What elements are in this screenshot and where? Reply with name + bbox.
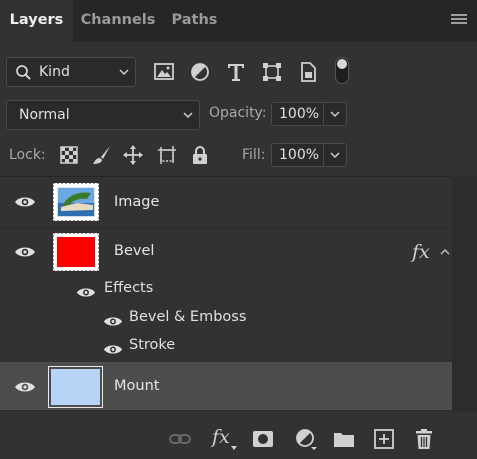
lock-position-icon[interactable] [122,144,144,166]
eye-icon[interactable] [103,343,123,356]
mount-layer-thumbnail [48,366,103,408]
eye-icon[interactable] [14,195,36,209]
filter-kind-label: Kind [39,64,70,80]
filter-kind-dropdown[interactable]: Kind [6,57,136,87]
lock-all-icon[interactable] [189,144,211,166]
lock-artboard-icon[interactable] [156,144,178,166]
eye-icon[interactable] [14,380,36,394]
effect-item-bevel-emboss[interactable]: Bevel & Emboss [129,309,246,325]
layer-name-bevel[interactable]: Bevel [114,243,154,259]
lock-transparent-icon[interactable] [58,144,80,166]
tab-layers[interactable]: Layers [0,0,73,42]
effects-label[interactable]: Effects [104,280,153,296]
chevron-down-icon [119,69,129,76]
layer-row-mount[interactable]: Mount [0,362,452,411]
fill-label: Fill: [242,147,266,163]
chevron-down-icon [330,111,340,118]
panel-tab-bar: Layers Channels Paths [0,0,477,42]
blend-mode-value: Normal [19,107,70,123]
chevron-up-icon[interactable] [440,248,450,255]
chevron-down-icon [183,112,193,119]
layer-name-image[interactable]: Image [114,194,159,210]
opacity-field[interactable]: 100% [271,102,347,126]
bevel-layer-thumbnail [53,233,99,271]
fill-field[interactable]: 100% [271,143,347,167]
type-filter-icon[interactable] [225,61,247,83]
lock-label: Lock: [9,147,46,163]
link-layers-icon[interactable] [168,428,192,450]
fill-slider-toggle[interactable] [323,144,346,166]
search-icon [16,65,31,80]
image-filter-icon[interactable] [153,61,175,83]
layer-row-image[interactable]: Image [0,177,452,228]
panel-menu-icon[interactable] [451,14,467,26]
lock-pixels-icon[interactable] [91,144,113,166]
adjustment-filter-icon[interactable] [189,61,211,83]
eye-icon[interactable] [76,286,96,299]
new-group-icon[interactable] [332,428,356,450]
eye-icon[interactable] [103,315,123,328]
layers-panel: Layers Channels Paths Kind Normal Opacit… [0,0,477,459]
new-layer-icon[interactable] [372,428,396,450]
layer-fx-badge[interactable]: fx [412,241,430,263]
filter-toggle-switch[interactable] [335,57,349,84]
effect-item-stroke[interactable]: Stroke [129,337,175,353]
fill-value: 100% [279,147,320,163]
opacity-label: Opacity: [209,105,267,121]
layer-row-bevel[interactable]: Bevel fx [0,228,452,274]
eye-icon[interactable] [14,245,36,259]
delete-layer-icon[interactable] [412,428,436,450]
blend-mode-dropdown[interactable]: Normal [6,100,200,130]
tab-paths[interactable]: Paths [163,0,226,42]
opacity-value: 100% [279,106,320,122]
caret-icon [231,446,237,450]
image-layer-thumbnail [53,183,99,221]
opacity-slider-toggle[interactable] [323,103,346,125]
fx-icon[interactable]: fx [212,426,238,452]
fx-label: fx [212,426,230,448]
adjustment-layer-icon[interactable] [294,428,318,450]
layer-name-mount[interactable]: Mount [114,378,159,394]
add-mask-icon[interactable] [251,428,275,450]
layers-scrollbar[interactable] [452,176,477,412]
chevron-down-icon [330,152,340,159]
smart-object-filter-icon[interactable] [297,61,319,83]
tab-channels[interactable]: Channels [73,0,163,42]
shape-filter-icon[interactable] [261,61,283,83]
